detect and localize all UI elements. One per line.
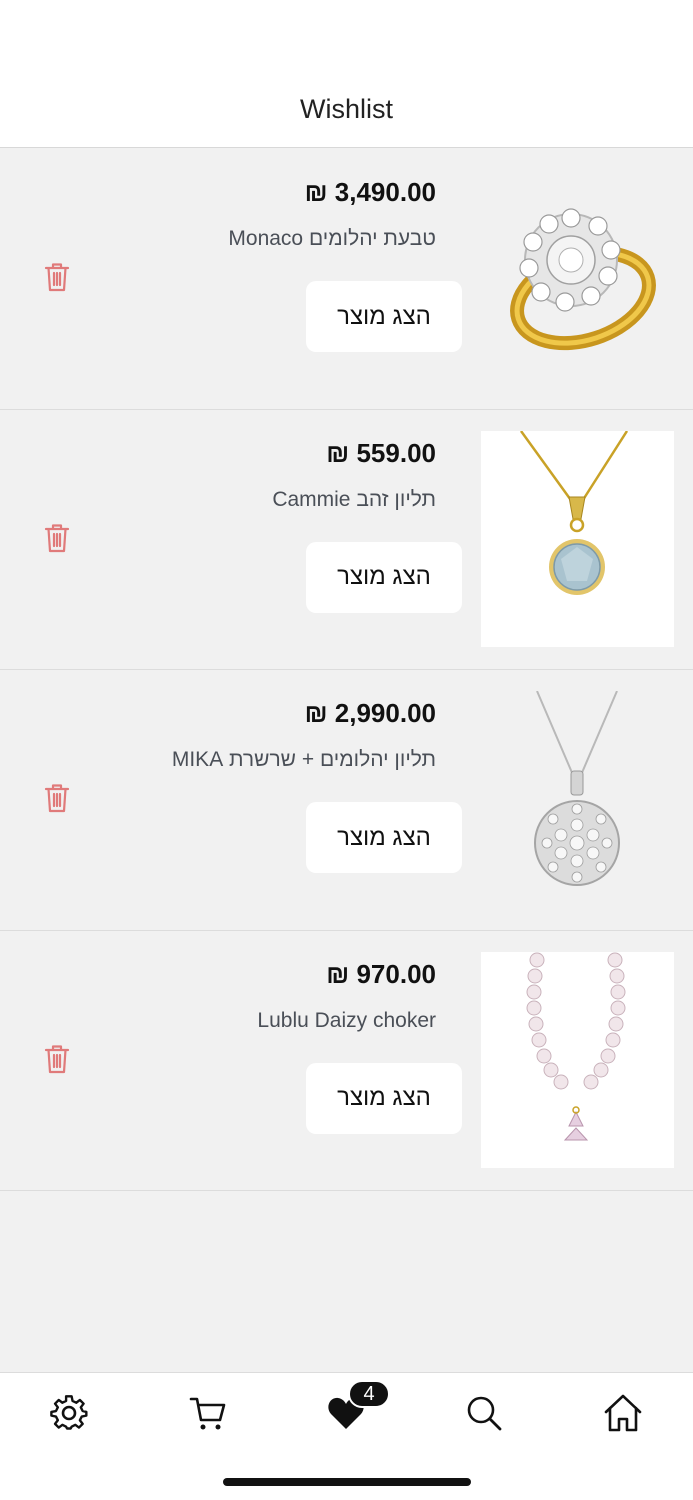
tab-home[interactable] [601,1391,645,1435]
item-name: תליון זהב Cammie [272,487,436,511]
gear-icon [50,1395,88,1430]
wishlist-list: ₪ 3,490.00 טבעת יהלומים Monaco הצג מוצר [0,149,693,1191]
wishlist-item: ₪ 970.00 Lublu Daizy choker הצג מוצר [0,930,693,1191]
tab-search[interactable] [462,1391,506,1435]
item-price: ₪ 2,990.00 [304,698,436,728]
wishlist-item: ₪ 559.00 תליון זהב Cammie הצג מוצר [0,409,693,670]
item-price: ₪ 3,490.00 [304,177,436,207]
wishlist-item: ₪ 3,490.00 טבעת יהלומים Monaco הצג מוצר [0,149,693,410]
product-image-ring[interactable] [481,170,674,386]
pendant-illustration [519,430,629,595]
choker-illustration [526,952,626,1140]
trash-icon[interactable] [43,261,71,293]
home-indicator[interactable] [223,1478,471,1486]
tab-settings[interactable] [47,1391,91,1435]
view-product-button[interactable]: הצג מוצר [306,541,462,613]
trash-icon[interactable] [43,1043,71,1075]
item-name: Lublu Daizy choker [257,1008,436,1032]
header-bar: Wishlist [0,0,693,148]
page-title: Wishlist [300,94,393,124]
cluster-pendant-illustration [534,691,620,886]
wishlist-item: ₪ 2,990.00 תליון יהלומים + שרשרת MIKA הצ… [0,670,693,931]
trash-icon[interactable] [43,782,71,814]
view-product-button[interactable]: הצג מוצר [306,802,462,873]
product-image-pendant[interactable] [481,430,674,647]
trash-icon[interactable] [43,522,71,554]
item-name: טבעת יהלומים Monaco [228,227,436,250]
product-image-cluster-pendant[interactable] [481,691,674,907]
ring-illustration [509,208,656,351]
search-icon [467,1396,502,1431]
tab-cart[interactable] [186,1391,230,1435]
product-image-choker[interactable] [481,951,674,1168]
item-price: ₪ 970.00 [326,958,436,989]
view-product-button[interactable]: הצג מוצר [306,1062,462,1134]
view-product-button[interactable]: הצג מוצר [306,281,462,352]
item-name: תליון יהלומים + שרשרת MIKA [171,748,436,771]
home-icon [604,1394,642,1432]
item-price: ₪ 559.00 [326,437,436,468]
cart-icon [189,1397,226,1430]
wishlist-count-badge: 4 [348,1380,390,1408]
